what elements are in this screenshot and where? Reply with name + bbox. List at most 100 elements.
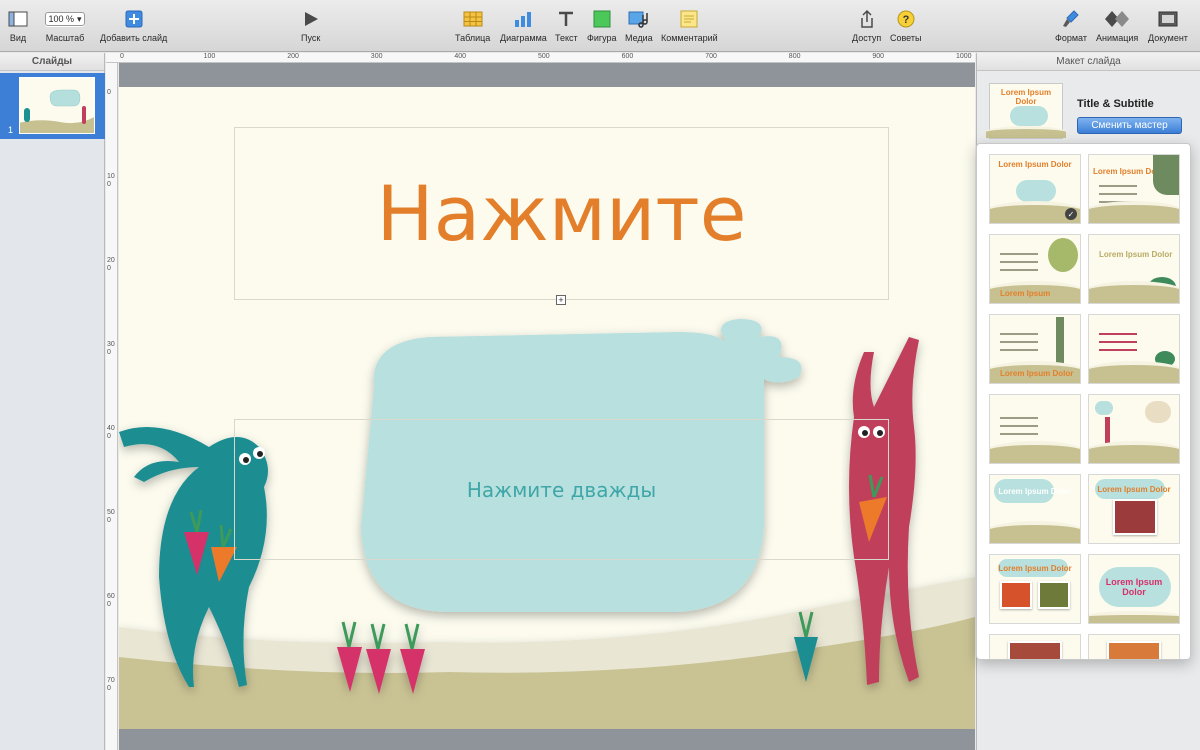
shape-icon	[593, 10, 611, 28]
master-thumbnail-title: Lorem Ipsum Dolor	[998, 160, 1072, 169]
comment-label: Комментарий	[661, 33, 718, 43]
slide-subtitle: Нажмите дважды	[466, 477, 657, 502]
master-thumbnail-title: Lorem Ipsum Dolor	[1000, 369, 1074, 378]
table-label: Таблица	[455, 33, 491, 43]
ruler-tick-label: 300	[107, 341, 115, 356]
ruler-tick-label: 400	[107, 425, 115, 440]
format-button[interactable]: Формат	[1055, 8, 1087, 43]
master-thumbnail[interactable]: Lorem Ipsum Dolor	[989, 474, 1081, 544]
master-thumbnail[interactable]: Lorem Ipsum Dolor	[989, 554, 1081, 624]
share-button[interactable]: Доступ	[852, 8, 881, 43]
inspector-title: Макет слайда	[977, 53, 1200, 71]
master-thumbnail[interactable]: Lorem Ipsum Dolor	[1088, 234, 1180, 304]
ruler-tick-label: 200	[287, 53, 299, 60]
master-thumbnail[interactable]: Lorem Ipsum	[989, 234, 1081, 304]
svg-text:?: ?	[902, 14, 909, 26]
master-thumbnail[interactable]: Lorem Ipsum Dolor	[1088, 154, 1180, 224]
table-icon	[463, 11, 483, 27]
horizontal-ruler: 0 100 200 300 400 500 600 700 800 900 1000	[106, 53, 975, 63]
carrots-photo	[1000, 581, 1032, 609]
share-icon	[860, 9, 873, 28]
master-thumbnail[interactable]	[1088, 394, 1180, 464]
master-thumbnail-title: Lorem Ipsum Dolor	[998, 564, 1072, 573]
resize-handle[interactable]: +	[556, 295, 566, 305]
view-button[interactable]: Вид	[8, 8, 28, 43]
tips-button[interactable]: ? Советы	[890, 8, 921, 43]
zoom-control[interactable]: 100 % ▾ Масштаб	[45, 8, 85, 43]
add-slide-button[interactable]: Добавить слайд	[100, 8, 167, 43]
ruler-tick-label: 800	[788, 53, 801, 60]
zoom-value: 100 %	[48, 14, 74, 24]
subtitle-placeholder[interactable]: Нажмите дважды	[234, 419, 889, 560]
master-thumbnail-title: Lorem Ipsum Dolor	[1105, 577, 1163, 597]
media-icon	[628, 11, 648, 28]
chart-button[interactable]: Диаграмма	[500, 8, 547, 43]
change-master-button[interactable]: Сменить мастер	[1077, 117, 1182, 134]
comment-button[interactable]: Комментарий	[661, 8, 718, 43]
checkmark-icon: ✓	[1065, 208, 1077, 220]
ruler-tick-label: 500	[538, 53, 550, 60]
shape-label: Фигура	[587, 33, 617, 43]
slides-panel-title: Слайды	[0, 53, 104, 71]
text-icon	[559, 11, 574, 26]
beans-photo	[1038, 581, 1070, 609]
text-button[interactable]: Текст	[555, 8, 578, 43]
ruler-tick-label: 900	[872, 53, 885, 60]
ruler-tick-label: 600	[621, 53, 634, 60]
ruler-tick-label: 0	[107, 89, 111, 96]
master-thumbnail[interactable]	[989, 394, 1081, 464]
tips-label: Советы	[890, 33, 922, 43]
ruler-tick-label: 200	[107, 257, 115, 272]
text-label: Текст	[555, 33, 578, 43]
master-thumbnail[interactable]	[1088, 314, 1180, 384]
document-label: Документ	[1148, 33, 1188, 43]
master-thumbnail[interactable]: Lorem Ipsum Dolor	[989, 314, 1081, 384]
shape-button[interactable]: Фигура	[587, 8, 617, 43]
chart-label: Диаграмма	[500, 33, 547, 43]
animation-icon	[1105, 11, 1130, 27]
slide-thumbnail[interactable]: 1	[0, 73, 105, 139]
toolbar: Вид 100 % ▾ Масштаб Добавить слайд Пуск Т…	[0, 0, 1200, 52]
table-button[interactable]: Таблица	[455, 8, 490, 43]
slide-thumbnail-image	[18, 77, 96, 134]
slide-number: 1	[8, 125, 14, 135]
help-icon: ?	[897, 10, 915, 28]
ruler-tick-label: 700	[107, 677, 115, 692]
current-master-thumbnail: Lorem Ipsum Dolor	[986, 83, 1066, 139]
master-thumbnail[interactable]	[989, 634, 1081, 659]
master-thumbnail[interactable]: Lorem Ipsum Dolor	[1088, 554, 1180, 624]
slide-title: Нажмите	[376, 169, 747, 258]
play-button[interactable]: Пуск	[301, 8, 320, 43]
master-thumbnail[interactable]: Lorem Ipsum Dolor ✓	[989, 154, 1081, 224]
ruler-tick-label: 100	[107, 173, 115, 188]
media-button[interactable]: Медиа	[625, 8, 653, 43]
zoom-select[interactable]: 100 % ▾	[45, 12, 85, 26]
title-placeholder[interactable]: Нажмите	[234, 127, 889, 300]
document-icon	[1158, 11, 1178, 27]
view-label: Вид	[9, 33, 27, 43]
ruler-tick-label: 500	[107, 509, 115, 524]
animation-label: Анимация	[1096, 33, 1139, 43]
animation-button[interactable]: Анимация	[1096, 8, 1138, 43]
photo	[1107, 641, 1161, 659]
ruler-tick-label: 400	[454, 53, 467, 60]
ruler-tick-label: 700	[705, 53, 717, 60]
zoom-label: Масштаб	[45, 33, 85, 43]
document-button[interactable]: Документ	[1148, 8, 1188, 43]
format-label: Формат	[1055, 33, 1087, 43]
master-thumbnail[interactable]: Lorem Ipsum Dolor	[1088, 474, 1180, 544]
ruler-tick-label: 600	[107, 593, 115, 608]
chevron-down-icon: ▾	[77, 13, 82, 24]
master-thumbnail-title: Lorem Ipsum Dolor	[1099, 250, 1173, 259]
ruler-tick-label: 0	[120, 53, 124, 60]
ruler-tick-label: 300	[370, 53, 383, 60]
add-slide-label: Добавить слайд	[100, 33, 168, 43]
comment-icon	[680, 10, 698, 28]
chart-icon	[515, 12, 532, 27]
master-thumbnail-title: Lorem Ipsum Dolor	[1097, 485, 1171, 494]
add-slide-icon	[125, 10, 143, 28]
share-label: Доступ	[852, 33, 882, 43]
play-icon	[304, 12, 318, 26]
master-thumbnail[interactable]	[1088, 634, 1180, 659]
master-thumb-title: Lorem Ipsum Dolor	[1000, 88, 1052, 106]
